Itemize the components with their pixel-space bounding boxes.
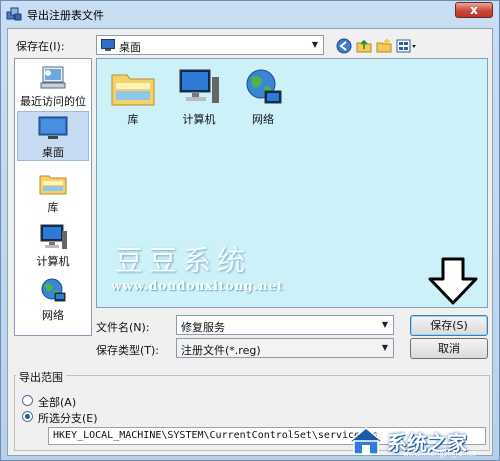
export-range-title: 导出范围	[16, 369, 66, 385]
filename-value: 修复服务	[181, 321, 225, 334]
file-item-label: 网络	[252, 113, 274, 126]
libraries-icon	[39, 175, 67, 195]
site-logo: 系统之家 www.xitongzhijia.net	[345, 424, 497, 458]
file-item-label: 计算机	[182, 113, 216, 126]
chevron-down-icon[interactable]: ▼	[377, 316, 393, 334]
new-folder-icon[interactable]	[376, 38, 392, 54]
dialog-client-area: 保存在(I): 桌面 ▼ 最近访问的位 桌面 库 计算机 网络 库 计算机 网络…	[7, 28, 493, 456]
save-dialog-window: 导出注册表文件 x 保存在(I): 桌面 ▼ 最近访问的位 桌面 库 计算机 网…	[0, 0, 500, 461]
up-folder-icon[interactable]	[356, 38, 372, 54]
watermark-title: 豆豆系统	[115, 244, 252, 277]
chevron-down-icon[interactable]: ▼	[377, 339, 393, 357]
registry-editor-icon	[6, 7, 22, 21]
place-desktop[interactable]: 桌面	[17, 111, 89, 161]
house-logo-icon	[347, 427, 385, 455]
chevron-down-icon[interactable]: ▼	[307, 36, 323, 54]
desktop-icon	[101, 39, 115, 51]
radio-selected-branch[interactable]	[22, 411, 33, 422]
watermark-url: www.doudouxitong.net	[111, 279, 284, 293]
network-icon	[246, 69, 282, 104]
save-in-label: 保存在(I):	[16, 40, 65, 53]
place-computer[interactable]: 计算机	[17, 223, 89, 269]
file-item-libraries[interactable]: 库	[103, 67, 163, 127]
network-icon	[41, 278, 66, 302]
place-label: 计算机	[36, 255, 70, 268]
radio-all-label: 全部(A)	[38, 396, 77, 409]
file-item-label: 库	[127, 113, 139, 126]
save-in-value: 桌面	[119, 41, 141, 54]
save-button[interactable]: 保存(S)	[410, 315, 488, 336]
view-menu-icon[interactable]	[396, 38, 418, 54]
place-label: 网络	[42, 309, 64, 322]
place-label: 桌面	[42, 146, 64, 159]
cancel-button[interactable]: 取消	[410, 338, 488, 359]
title-bar[interactable]: 导出注册表文件 x	[1, 1, 499, 27]
file-item-network[interactable]: 网络	[233, 67, 293, 127]
filename-input[interactable]: 修复服务 ▼	[176, 315, 394, 335]
place-network[interactable]: 网络	[17, 277, 89, 323]
place-libraries[interactable]: 库	[17, 169, 89, 215]
save-in-dropdown[interactable]: 桌面 ▼	[96, 35, 324, 55]
back-icon[interactable]	[336, 38, 352, 54]
filetype-dropdown[interactable]: 注册文件(*.reg) ▼	[176, 338, 394, 358]
branch-path-value: HKEY_LOCAL_MACHINE\SYSTEM\CurrentControl…	[53, 430, 379, 441]
radio-all[interactable]	[22, 395, 33, 406]
computer-icon	[40, 224, 67, 249]
places-bar: 最近访问的位置 桌面 库	[14, 58, 92, 336]
recent-places-icon	[40, 66, 66, 89]
window-title: 导出注册表文件	[27, 9, 104, 22]
computer-icon	[179, 69, 219, 103]
arrow-down-icon	[428, 257, 478, 305]
file-item-computer[interactable]: 计算机	[169, 67, 229, 127]
file-list[interactable]: 库 计算机 网络 豆豆系统 www.doudouxitong.net	[96, 58, 488, 308]
logo-url: www.xitongzhijia.net	[403, 450, 476, 458]
close-button[interactable]: x	[455, 2, 493, 18]
place-label: 库	[47, 201, 59, 214]
desktop-icon	[38, 116, 68, 139]
filename-label: 文件名(N):	[96, 321, 150, 334]
filetype-label: 保存类型(T):	[96, 344, 160, 357]
radio-branch-label: 所选分支(E)	[38, 412, 98, 425]
filetype-value: 注册文件(*.reg)	[181, 344, 261, 357]
libraries-folder-icon	[111, 74, 155, 106]
